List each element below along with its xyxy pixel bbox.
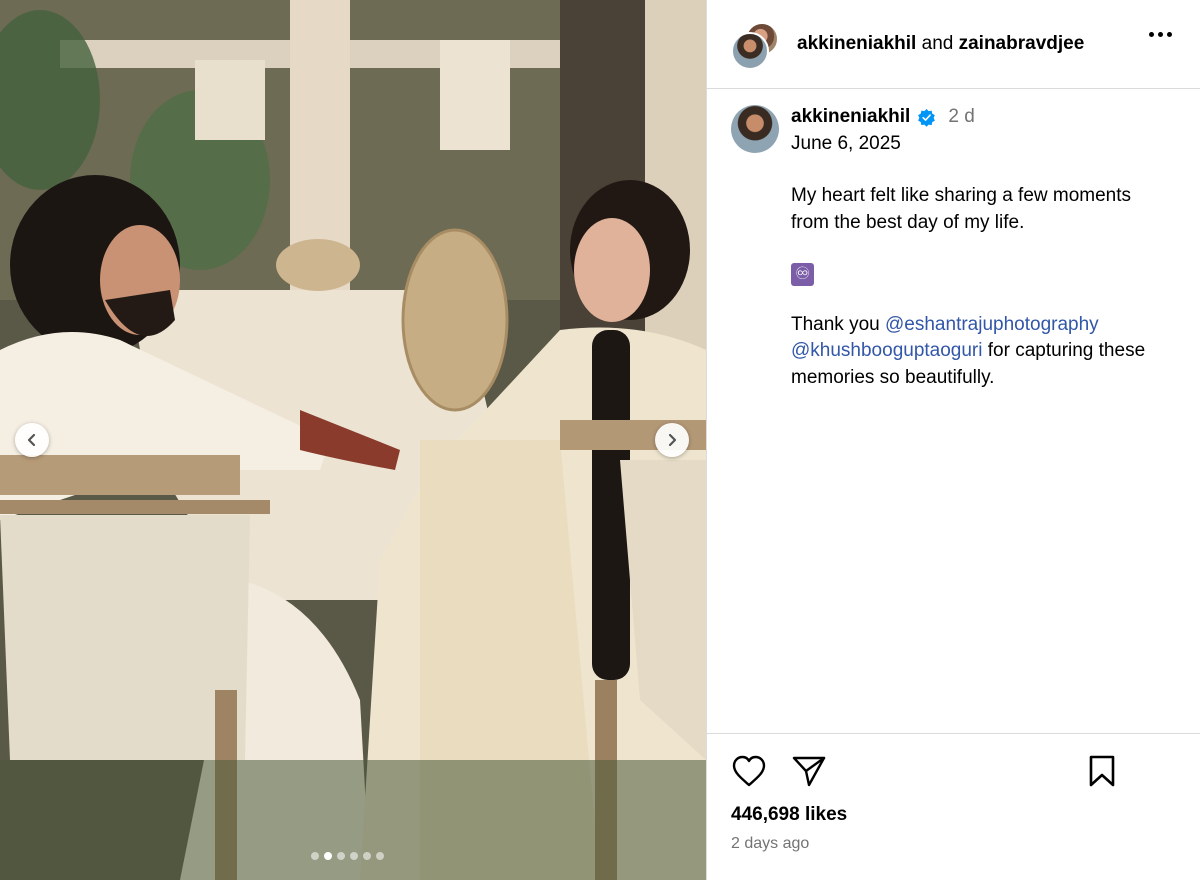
avatar[interactable] — [731, 105, 779, 153]
more-horizontal-icon — [1149, 32, 1172, 37]
collab-avatars[interactable] — [731, 16, 787, 72]
post-authors: akkineniakhil and zainabravdjee — [797, 33, 1084, 55]
author-username-link[interactable]: akkineniakhil — [797, 33, 916, 54]
chevron-left-icon — [27, 433, 36, 447]
send-icon — [792, 756, 826, 787]
carousel-dot — [337, 852, 345, 860]
caption: akkineniakhil 2 d June 6, 2025 My heart … — [731, 104, 1181, 391]
authors-joiner: and — [921, 33, 954, 54]
more-options-button[interactable] — [1149, 32, 1172, 37]
post-media[interactable] — [0, 0, 706, 880]
post-actions: 446,698 likes 2 days ago — [707, 733, 1200, 880]
carousel-dot — [311, 852, 319, 860]
instagram-post: akkineniakhil and zainabravdjee akkineni… — [0, 0, 1200, 880]
share-button[interactable] — [791, 754, 827, 793]
carousel-dot — [363, 852, 371, 860]
mention-link[interactable]: @khushbooguptaoguri — [791, 340, 982, 361]
carousel-indicators — [311, 852, 384, 860]
thanks-prefix: Thank you — [791, 313, 880, 335]
collaborator-username-link[interactable]: zainabravdjee — [959, 33, 1085, 54]
post-sidebar: akkineniakhil and zainabravdjee akkineni… — [706, 0, 1200, 880]
post-timestamp[interactable]: 2 days ago — [731, 835, 809, 853]
caption-text: My heart felt like sharing a few moments… — [791, 185, 1132, 233]
relative-timestamp[interactable]: 2 d — [948, 104, 974, 131]
carousel-dot-active — [324, 852, 332, 860]
avatar — [731, 32, 769, 70]
caption-thanks: Thank you @eshantrajuphotography @khushb… — [791, 312, 1171, 392]
carousel-prev-button[interactable] — [15, 423, 49, 457]
heart-icon — [732, 755, 766, 787]
bookmark-icon — [1089, 755, 1115, 787]
infinity-emoji: ♾ — [791, 263, 814, 286]
carousel-dot — [376, 852, 384, 860]
verified-badge-icon — [918, 108, 936, 127]
post-header: akkineniakhil and zainabravdjee — [707, 0, 1200, 89]
caption-username-link[interactable]: akkineniakhil — [791, 104, 910, 131]
chevron-right-icon — [668, 433, 677, 447]
like-button[interactable] — [731, 754, 767, 793]
carousel-dot — [350, 852, 358, 860]
save-button[interactable] — [1087, 754, 1117, 793]
likes-count[interactable]: 446,698 likes — [731, 804, 847, 826]
mention-link[interactable]: @eshantrajuphotography — [885, 314, 1099, 335]
post-date: June 6, 2025 — [791, 132, 901, 154]
carousel-next-button[interactable] — [655, 423, 689, 457]
wedding-photo — [0, 0, 706, 880]
